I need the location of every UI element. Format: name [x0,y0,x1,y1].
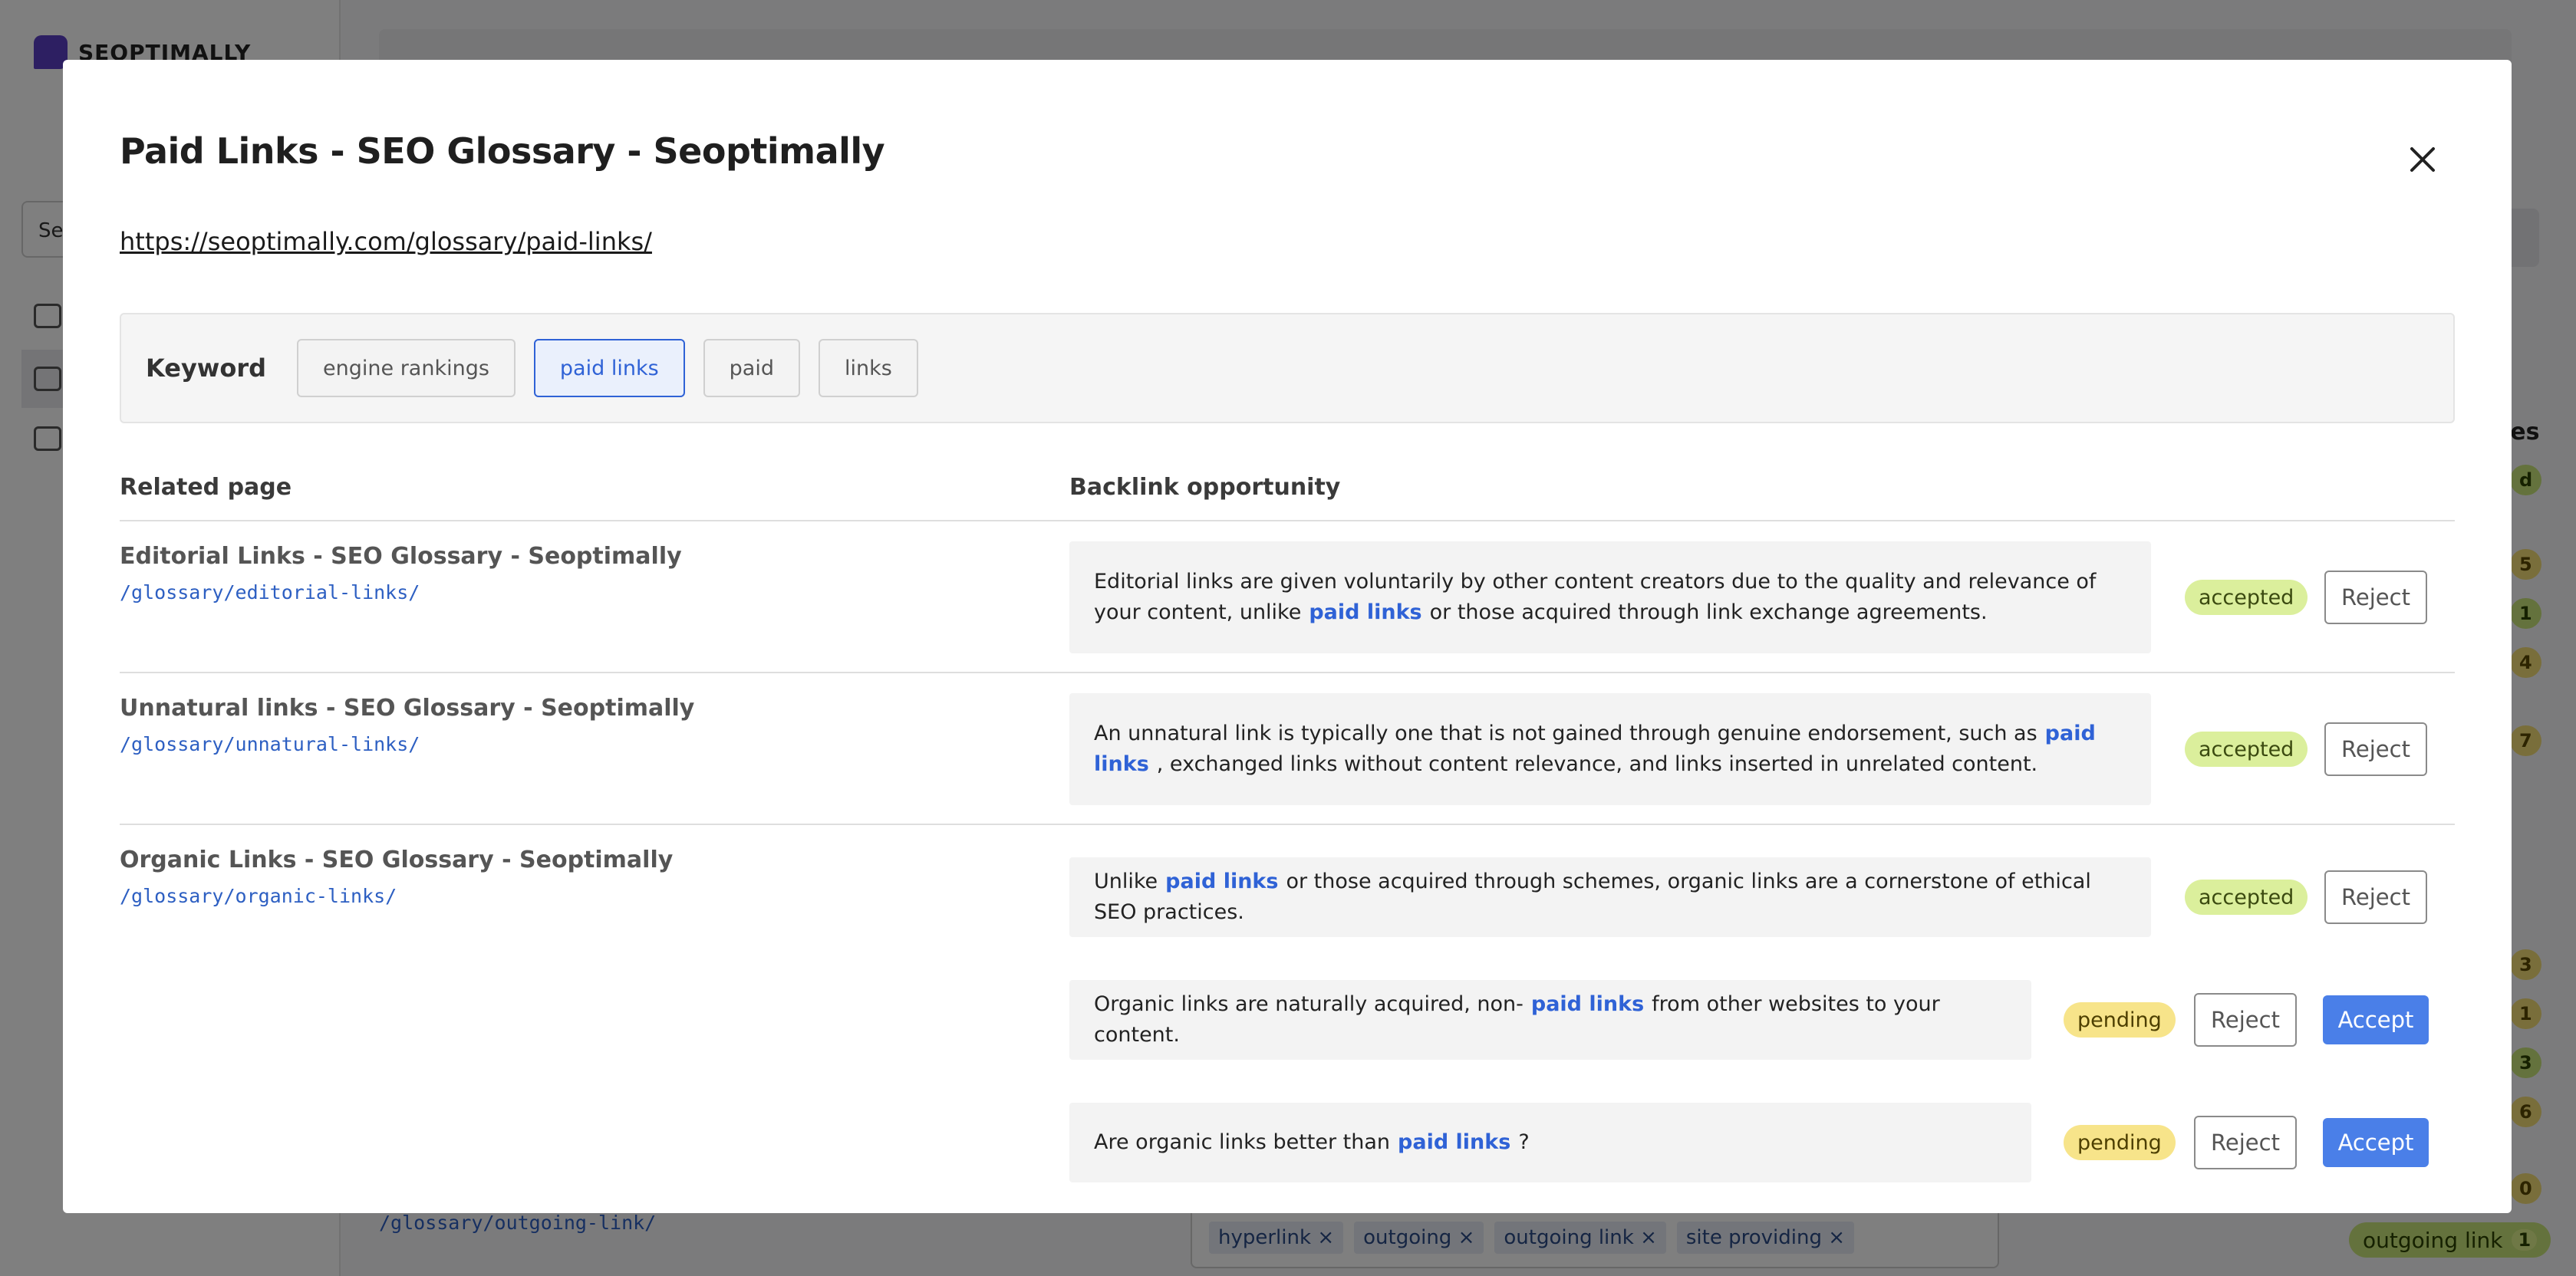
row-divider [120,672,2455,673]
keyword-chip-paid[interactable]: paid [703,339,800,397]
backlink-opportunity: Are organic links better than paid links? [1069,1103,2031,1182]
keyword-highlight: paid links [1165,870,1279,893]
row-divider [120,824,2455,825]
status-badge: pending [2064,1125,2176,1160]
backlink-opportunity: Unlike paid links or those acquired throug… [1069,857,2151,937]
backlink-opportunity: Editorial links are given voluntarily by… [1069,541,2151,653]
reject-button[interactable]: Reject [2324,870,2427,924]
backlink-opportunity: An unnatural link is typically one that … [1069,693,2151,805]
status-badge: accepted [2185,880,2308,915]
keyword-highlight: paid links [1309,600,1422,624]
reject-button[interactable]: Reject [2324,722,2427,776]
close-button[interactable] [2400,136,2446,183]
reject-button[interactable]: Reject [2324,571,2427,624]
reject-button[interactable]: Reject [2194,1116,2297,1169]
accept-button[interactable]: Accept [2323,1118,2429,1167]
accept-button[interactable]: Accept [2323,995,2429,1044]
status-badge: accepted [2185,580,2308,615]
backlink-opportunity: Organic links are naturally acquired, no… [1069,980,2031,1060]
related-page-path[interactable]: /glossary/unnatural-links/ [120,733,420,755]
header-divider [120,520,2455,521]
related-page-title[interactable]: Editorial Links - SEO Glossary - Seoptim… [120,543,682,570]
related-page-title[interactable]: Organic Links - SEO Glossary - Seoptimal… [120,847,673,873]
modal-title: Paid Links - SEO Glossary - Seoptimally [120,130,885,172]
keyword-highlight: paid links [1530,992,1645,1016]
keyword-chip-paid-links[interactable]: paid links [533,339,685,397]
related-page-header: Related page [120,474,292,501]
keyword-label: Keyword [146,354,267,383]
keyword-chip-links[interactable]: links [818,339,918,397]
keyword-chip-engine-rankings[interactable]: engine rankings [297,339,516,397]
status-badge: pending [2064,1002,2176,1038]
reject-button[interactable]: Reject [2194,993,2297,1047]
keyword-highlight: paid links [1398,1130,1511,1154]
status-badge: accepted [2185,732,2308,767]
page-url-link[interactable]: https://seoptimally.com/glossary/paid-li… [120,227,652,256]
backlink-opportunity-header: Backlink opportunity [1069,474,1341,501]
related-page-path[interactable]: /glossary/editorial-links/ [120,581,420,603]
related-page-title[interactable]: Unnatural links - SEO Glossary - Seoptim… [120,695,694,722]
paid-links-modal: Paid Links - SEO Glossary - Seoptimally … [63,60,2512,1213]
keyword-bar: Keyword engine rankings paid links paid … [120,313,2455,423]
related-page-path[interactable]: /glossary/organic-links/ [120,885,397,907]
close-icon [2410,147,2435,172]
